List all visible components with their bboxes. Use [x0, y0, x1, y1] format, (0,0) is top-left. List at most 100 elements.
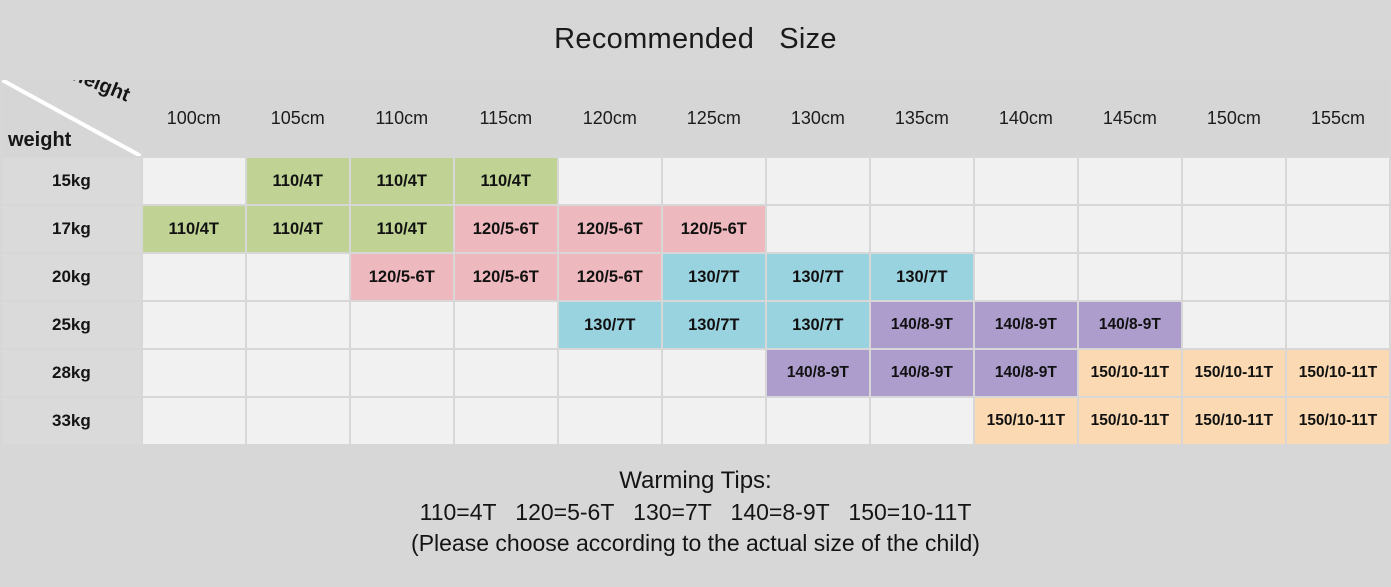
size-cell-empty: [558, 158, 661, 204]
size-cell: 130/7T: [662, 254, 765, 300]
size-cell-empty: [142, 158, 245, 204]
size-cell: 110/4T: [350, 206, 453, 252]
size-cell-empty: [246, 302, 349, 348]
row-header-25kg: 25kg: [2, 302, 141, 348]
size-cell: 150/10-11T: [1182, 350, 1285, 396]
size-cell-empty: [870, 206, 973, 252]
warming-tips-section: Warming Tips: 110=4T 120=5-6T 130=7T 140…: [0, 452, 1391, 587]
size-cell: 140/8-9T: [766, 350, 869, 396]
size-cell: 140/8-9T: [1078, 302, 1181, 348]
size-cell-empty: [1078, 206, 1181, 252]
size-cell-empty: [558, 398, 661, 444]
table-row: 28kg 140/8-9T 140/8-9T 140/8-9T 150/10-11T 15…: [2, 350, 1389, 396]
tips-title: Warming Tips:: [619, 467, 772, 494]
size-cell-empty: [558, 350, 661, 396]
size-cell: 110/4T: [142, 206, 245, 252]
row-header-17kg: 17kg: [2, 206, 141, 252]
chart-title-bar: Recommended Size: [0, 0, 1391, 78]
size-cell-empty: [454, 350, 557, 396]
column-header-130cm: 130cm: [766, 80, 869, 156]
size-cell-empty: [142, 398, 245, 444]
column-header-115cm: 115cm: [454, 80, 557, 156]
column-header-105cm: 105cm: [246, 80, 349, 156]
size-cell-empty: [142, 254, 245, 300]
row-header-28kg: 28kg: [2, 350, 141, 396]
size-cell-empty: [662, 350, 765, 396]
size-cell: 130/7T: [558, 302, 661, 348]
recommended-size-table: height weight 100cm 105cm 110cm 115cm 12…: [0, 78, 1391, 446]
size-cell: 120/5-6T: [558, 254, 661, 300]
tips-note: (Please choose according to the actual s…: [411, 529, 980, 556]
row-header-20kg: 20kg: [2, 254, 141, 300]
size-cell-empty: [974, 206, 1077, 252]
size-cell-empty: [1286, 206, 1389, 252]
size-cell: 130/7T: [766, 302, 869, 348]
column-header-145cm: 145cm: [1078, 80, 1181, 156]
table-body: 15kg 110/4T 110/4T 110/4T 17kg 110/4T 110/4T 11…: [2, 158, 1389, 444]
column-header-150cm: 150cm: [1182, 80, 1285, 156]
table-row: 17kg 110/4T 110/4T 110/4T 120/5-6T 120/5-6T 12…: [2, 206, 1389, 252]
table-row: 20kg 120/5-6T 120/5-6T 120/5-6T 130/7T 130/7T…: [2, 254, 1389, 300]
page-title: Recommended Size: [554, 22, 837, 55]
size-cell: 120/5-6T: [454, 206, 557, 252]
row-header-33kg: 33kg: [2, 398, 141, 444]
size-cell-empty: [1182, 302, 1285, 348]
table-row: 15kg 110/4T 110/4T 110/4T: [2, 158, 1389, 204]
size-cell-empty: [1286, 254, 1389, 300]
table-head: height weight 100cm 105cm 110cm 115cm 12…: [2, 80, 1389, 156]
size-cell: 140/8-9T: [870, 350, 973, 396]
axis-corner-cell: height weight: [2, 80, 141, 156]
tips-legend-line: 110=4T 120=5-6T 130=7T 140=8-9T 150=10-1…: [419, 498, 972, 525]
size-cell: 140/8-9T: [974, 350, 1077, 396]
size-cell: 130/7T: [870, 254, 973, 300]
size-cell: 150/10-11T: [974, 398, 1077, 444]
size-cell: 150/10-11T: [1286, 350, 1389, 396]
column-header-100cm: 100cm: [142, 80, 245, 156]
size-cell-empty: [142, 302, 245, 348]
size-cell: 130/7T: [766, 254, 869, 300]
column-header-110cm: 110cm: [350, 80, 453, 156]
size-cell-empty: [766, 398, 869, 444]
size-cell-empty: [1078, 158, 1181, 204]
size-cell: 150/10-11T: [1182, 398, 1285, 444]
size-cell: 110/4T: [246, 158, 349, 204]
size-cell-empty: [1286, 302, 1389, 348]
size-cell: 120/5-6T: [454, 254, 557, 300]
size-cell-empty: [350, 398, 453, 444]
column-header-120cm: 120cm: [558, 80, 661, 156]
size-cell-empty: [142, 350, 245, 396]
size-cell-empty: [1078, 254, 1181, 300]
size-cell-empty: [1182, 158, 1285, 204]
column-header-155cm: 155cm: [1286, 80, 1389, 156]
size-cell: 120/5-6T: [558, 206, 661, 252]
axis-label-weight: weight: [8, 129, 72, 151]
size-cell-empty: [870, 158, 973, 204]
size-cell-empty: [350, 350, 453, 396]
size-cell-empty: [974, 158, 1077, 204]
size-cell: 140/8-9T: [870, 302, 973, 348]
row-header-15kg: 15kg: [2, 158, 141, 204]
column-header-135cm: 135cm: [870, 80, 973, 156]
size-cell: 150/10-11T: [1078, 398, 1181, 444]
size-cell: 150/10-11T: [1078, 350, 1181, 396]
size-cell-empty: [974, 254, 1077, 300]
column-header-125cm: 125cm: [662, 80, 765, 156]
size-cell-empty: [1182, 254, 1285, 300]
size-cell-empty: [662, 158, 765, 204]
size-cell-empty: [246, 254, 349, 300]
table-row: 25kg 130/7T 130/7T 130/7T 140/8-9T 140/8-9T 14…: [2, 302, 1389, 348]
size-cell-empty: [1182, 206, 1285, 252]
size-cell-empty: [350, 302, 453, 348]
size-cell: 110/4T: [246, 206, 349, 252]
size-cell: 110/4T: [350, 158, 453, 204]
size-cell: 150/10-11T: [1286, 398, 1389, 444]
size-cell-empty: [766, 158, 869, 204]
size-cell-empty: [246, 350, 349, 396]
size-cell: 120/5-6T: [662, 206, 765, 252]
size-cell: 120/5-6T: [350, 254, 453, 300]
size-cell: 140/8-9T: [974, 302, 1077, 348]
column-header-140cm: 140cm: [974, 80, 1077, 156]
size-cell-empty: [1286, 158, 1389, 204]
size-cell-empty: [870, 398, 973, 444]
size-chart-page: Recommended Size height weight 100cm 105…: [0, 0, 1391, 587]
